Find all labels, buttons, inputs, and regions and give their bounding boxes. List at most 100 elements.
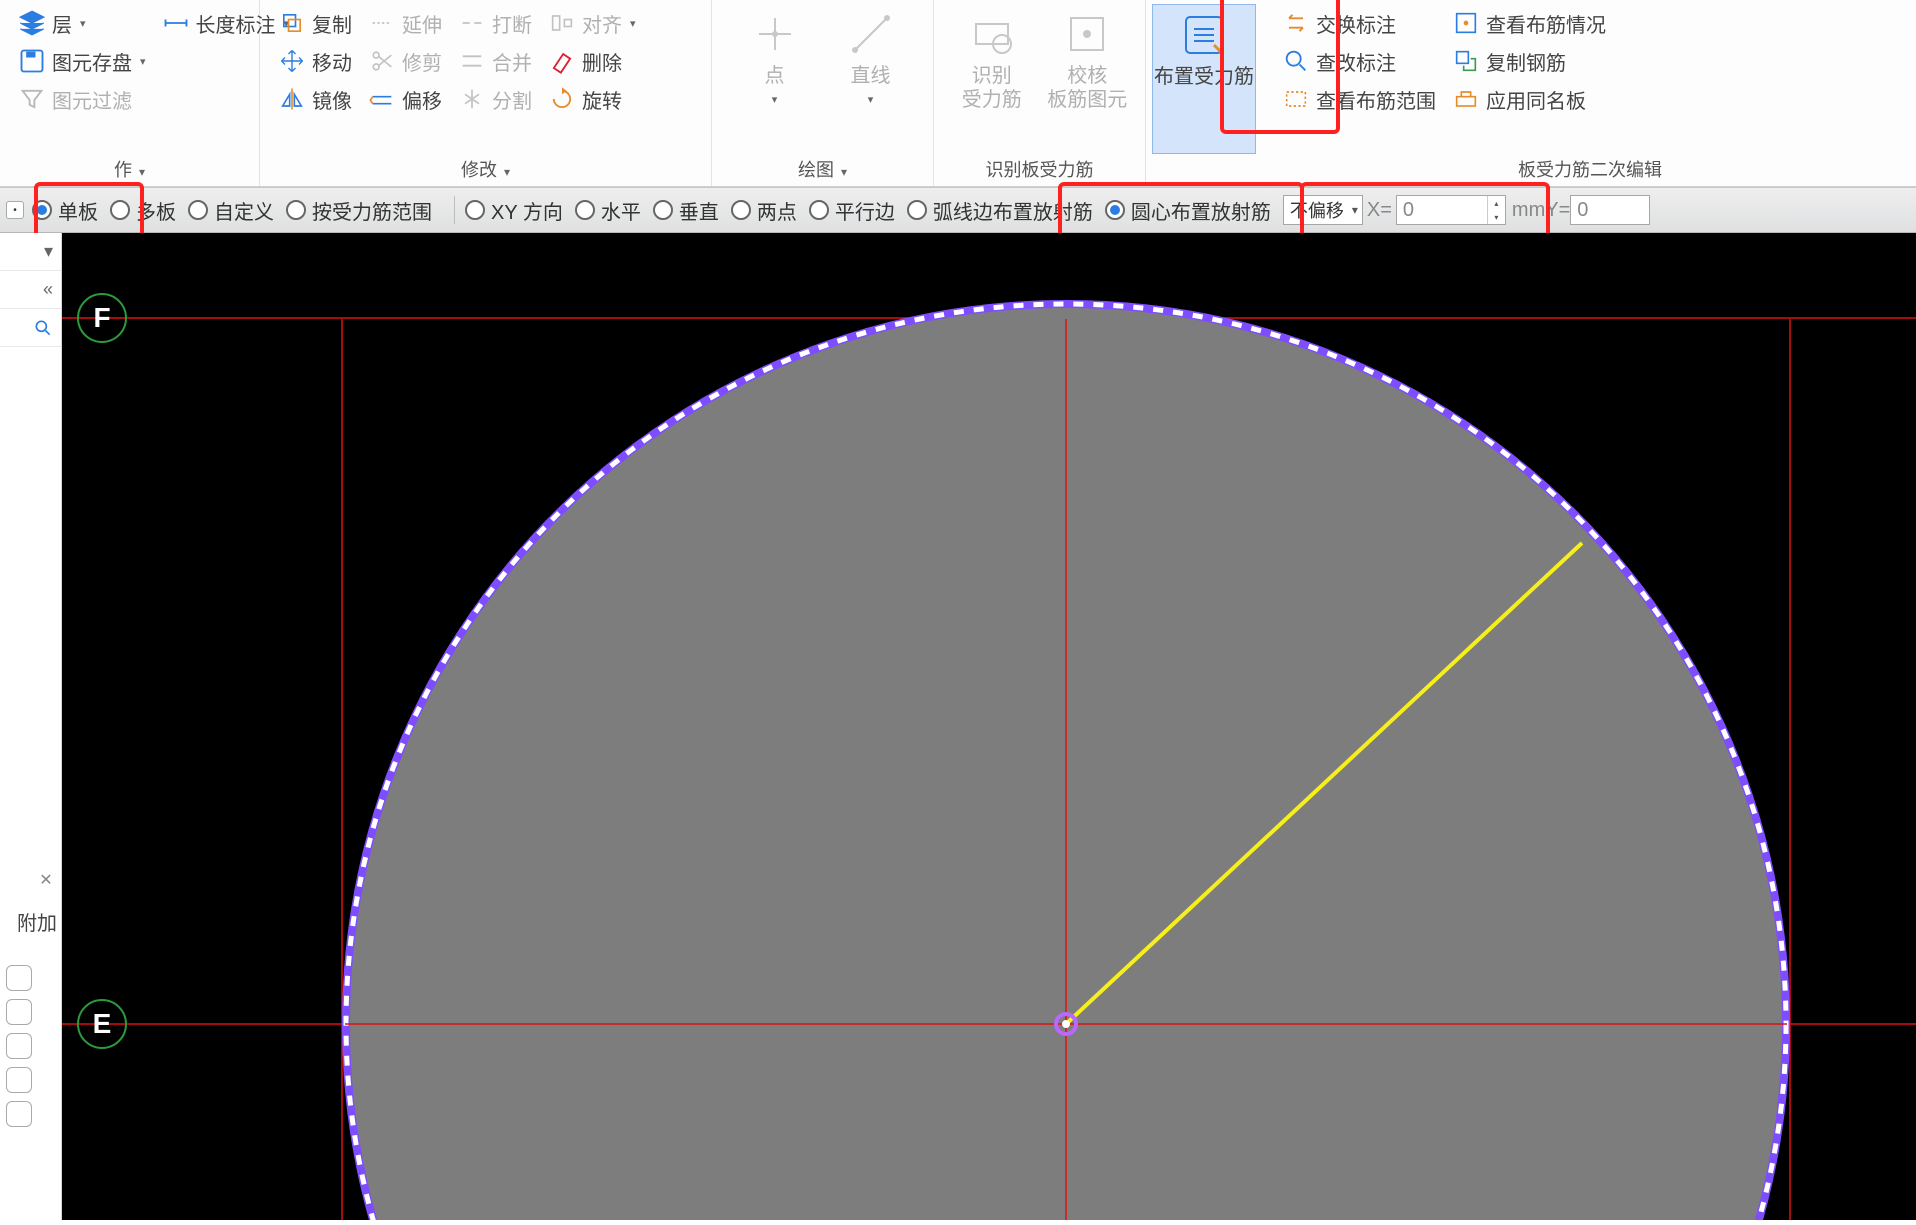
search-icon[interactable] xyxy=(0,309,61,347)
checkbox-list xyxy=(0,965,61,1127)
view-layout-button[interactable]: 查看布筋情况 xyxy=(1444,4,1614,42)
line-button[interactable]: 直线▾ xyxy=(823,4,919,134)
rotate-icon xyxy=(548,85,576,113)
radio-arc-edge-radial[interactable]: 弧线边布置放射筋 xyxy=(907,196,1093,225)
break-icon xyxy=(458,9,486,37)
apply-icon xyxy=(1452,85,1480,113)
copy-button[interactable]: 复制 xyxy=(270,4,360,42)
y-label: mmY= xyxy=(1512,199,1570,222)
swap-dim-button[interactable]: 交换标注 xyxy=(1274,4,1444,42)
ribbon-group-draw: 点▾ 直线▾ 绘图 ▾ xyxy=(712,0,934,186)
point-button[interactable]: 点▾ xyxy=(727,4,823,134)
merge-button[interactable]: 合并 xyxy=(450,42,540,80)
drawing-canvas[interactable]: F E xyxy=(62,233,1916,1220)
align-button[interactable]: 对齐▾ xyxy=(540,4,644,42)
merge-icon xyxy=(458,47,486,75)
edit-dim-button[interactable]: 查改标注 xyxy=(1274,42,1444,80)
layout-bar-icon xyxy=(1180,11,1228,59)
canvas-svg: F E xyxy=(62,233,1916,1220)
x-input[interactable]: 0▴▾ xyxy=(1396,195,1506,225)
ribbon-group-secondary: 交换标注 查改标注 查看布筋范围 查看布筋情况 复制钢筋 应用同名板 板受力筋二… xyxy=(1264,0,1916,186)
radio-xy[interactable]: XY 方向 xyxy=(465,196,563,225)
floppy-icon xyxy=(18,47,46,75)
offset-button[interactable]: 偏移 xyxy=(360,80,450,118)
chevron-down-icon: ▾ xyxy=(80,17,86,30)
radio-by-bar-range[interactable]: 按受力筋范围 xyxy=(286,196,432,225)
view-range-button[interactable]: 查看布筋范围 xyxy=(1274,80,1444,118)
mirror-icon xyxy=(278,85,306,113)
radio-multi-board[interactable]: 多板 xyxy=(110,196,176,225)
close-icon[interactable]: ✕ xyxy=(35,869,57,891)
break-button[interactable]: 打断 xyxy=(450,4,540,42)
elem-save-label: 图元存盘 xyxy=(52,47,132,76)
elem-filter-button[interactable]: 图元过滤 xyxy=(10,80,154,118)
separator xyxy=(454,196,455,224)
delete-button[interactable]: 删除 xyxy=(540,42,644,80)
radio-parallel-edge[interactable]: 平行边 xyxy=(809,196,895,225)
line-icon xyxy=(847,10,895,58)
apply-same-button[interactable]: 应用同名板 xyxy=(1444,80,1614,118)
trim-button[interactable]: 修剪 xyxy=(360,42,450,80)
align-icon xyxy=(548,9,576,37)
group-label-identify: 识别板受力筋 xyxy=(934,156,1145,182)
left-chevrons[interactable]: « xyxy=(0,271,61,309)
eraser-icon xyxy=(548,47,576,75)
offset-dropdown[interactable]: 不偏移 xyxy=(1283,195,1363,225)
layer-icon xyxy=(18,9,46,37)
radio-horizontal[interactable]: 水平 xyxy=(575,196,641,225)
split-icon xyxy=(458,85,486,113)
checkbox[interactable] xyxy=(6,999,32,1025)
chevron-down-icon: ▾ xyxy=(140,55,146,68)
copy-rebar-icon xyxy=(1452,47,1480,75)
elem-save-button[interactable]: 图元存盘 ▾ xyxy=(10,42,154,80)
ribbon-group-layer: 层▾ 图元存盘▾ 图元过滤 长度标注▾ xyxy=(0,0,260,186)
extend-button[interactable]: 延伸 xyxy=(360,4,450,42)
extend-icon xyxy=(368,9,396,37)
identify-bar-button[interactable]: 识别 受力筋 xyxy=(944,4,1040,134)
offset-icon xyxy=(368,85,396,113)
copy-rebar-button[interactable]: 复制钢筋 xyxy=(1444,42,1614,80)
checkbox[interactable] xyxy=(6,1067,32,1093)
fujia-label: 附加 xyxy=(0,907,61,936)
copy-icon xyxy=(278,9,306,37)
group-label-ops: 作 ▾ xyxy=(0,156,259,182)
swap-icon xyxy=(1282,9,1310,37)
view-layout-icon xyxy=(1452,9,1480,37)
svg-text:E: E xyxy=(93,1008,112,1039)
filter-icon xyxy=(18,85,46,113)
check-bar-elem-button[interactable]: 校核 板筋图元 xyxy=(1040,4,1136,134)
svg-text:F: F xyxy=(93,302,110,333)
layout-bar-button[interactable]: 布置受力筋 xyxy=(1152,4,1256,154)
layer-label: 层 xyxy=(52,9,72,38)
group-label-draw: 绘图 ▾ xyxy=(712,156,933,182)
radio-single-board[interactable]: 单板 xyxy=(32,196,98,225)
elem-filter-label: 图元过滤 xyxy=(52,85,132,114)
move-icon xyxy=(278,47,306,75)
radio-custom[interactable]: 自定义 xyxy=(188,196,274,225)
edit-dim-icon xyxy=(1282,47,1310,75)
left-panel: ▾ « ✕ 附加 xyxy=(0,233,62,1220)
ribbon-group-modify: 复制 移动 镜像 延伸 修剪 偏移 打断 合并 分割 对齐▾ 删除 旋转 xyxy=(260,0,712,186)
radio-two-point[interactable]: 两点 xyxy=(731,196,797,225)
checkbox[interactable] xyxy=(6,1101,32,1127)
group-label-secondary: 板受力筋二次编辑 xyxy=(1264,156,1916,182)
point-icon xyxy=(751,10,799,58)
identify-icon xyxy=(968,10,1016,58)
radio-vertical[interactable]: 垂直 xyxy=(653,196,719,225)
x-label: X= xyxy=(1367,199,1392,222)
checkbox[interactable] xyxy=(6,965,32,991)
checkbox[interactable] xyxy=(6,1033,32,1059)
ribbon-group-identify: 识别 受力筋 校核 板筋图元 识别板受力筋 xyxy=(934,0,1146,186)
move-button[interactable]: 移动 xyxy=(270,42,360,80)
ribbon-group-layout: 布置受力筋 xyxy=(1146,0,1264,186)
radio-center-radial[interactable]: 圆心布置放射筋 xyxy=(1105,196,1271,225)
split-button[interactable]: 分割 xyxy=(450,80,540,118)
layer-button[interactable]: 层▾ xyxy=(10,4,154,42)
rotate-button[interactable]: 旋转 xyxy=(540,80,644,118)
ribbon: 层▾ 图元存盘▾ 图元过滤 长度标注▾ xyxy=(0,0,1916,187)
mirror-button[interactable]: 镜像 xyxy=(270,80,360,118)
options-menu-button[interactable]: • xyxy=(6,201,24,219)
check-icon xyxy=(1063,10,1111,58)
left-dropdown[interactable]: ▾ xyxy=(0,233,61,271)
y-input[interactable]: 0 xyxy=(1570,195,1650,225)
